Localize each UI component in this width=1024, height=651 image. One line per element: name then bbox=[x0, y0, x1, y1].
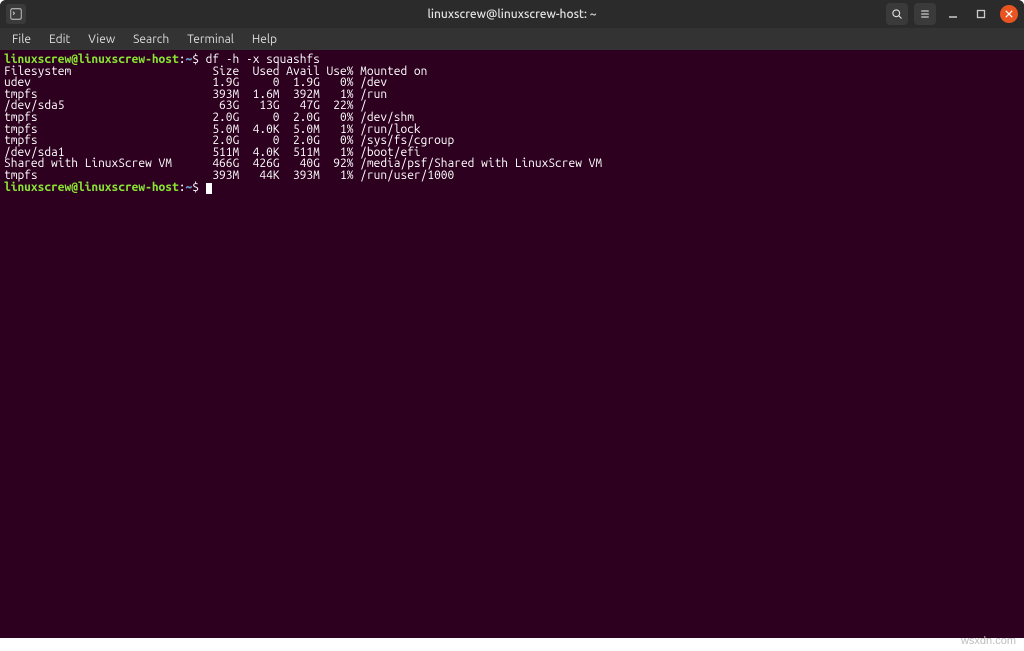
menu-view[interactable]: View bbox=[80, 31, 123, 48]
cursor bbox=[206, 183, 212, 194]
titlebar: linuxscrew@linuxscrew-host: ~ bbox=[0, 0, 1024, 28]
terminal-window: linuxscrew@linuxscrew-host: ~ File Edit … bbox=[0, 0, 1024, 638]
menu-help[interactable]: Help bbox=[244, 31, 285, 48]
watermark: wsxdn.com bbox=[961, 635, 1016, 647]
menu-edit[interactable]: Edit bbox=[41, 31, 78, 48]
minimize-button[interactable] bbox=[942, 3, 964, 25]
window-title: linuxscrew@linuxscrew-host: ~ bbox=[428, 8, 597, 21]
close-button[interactable] bbox=[1000, 5, 1018, 23]
menu-file[interactable]: File bbox=[4, 31, 39, 48]
menubar: File Edit View Search Terminal Help bbox=[0, 28, 1024, 50]
menu-search[interactable]: Search bbox=[125, 31, 177, 48]
maximize-button[interactable] bbox=[970, 3, 992, 25]
app-icon bbox=[6, 4, 26, 24]
hamburger-menu-button[interactable] bbox=[914, 3, 936, 25]
terminal-output[interactable]: linuxscrew@linuxscrew-host:~$ df -h -x s… bbox=[0, 50, 1024, 638]
search-button[interactable] bbox=[886, 3, 908, 25]
menu-terminal[interactable]: Terminal bbox=[179, 31, 242, 48]
